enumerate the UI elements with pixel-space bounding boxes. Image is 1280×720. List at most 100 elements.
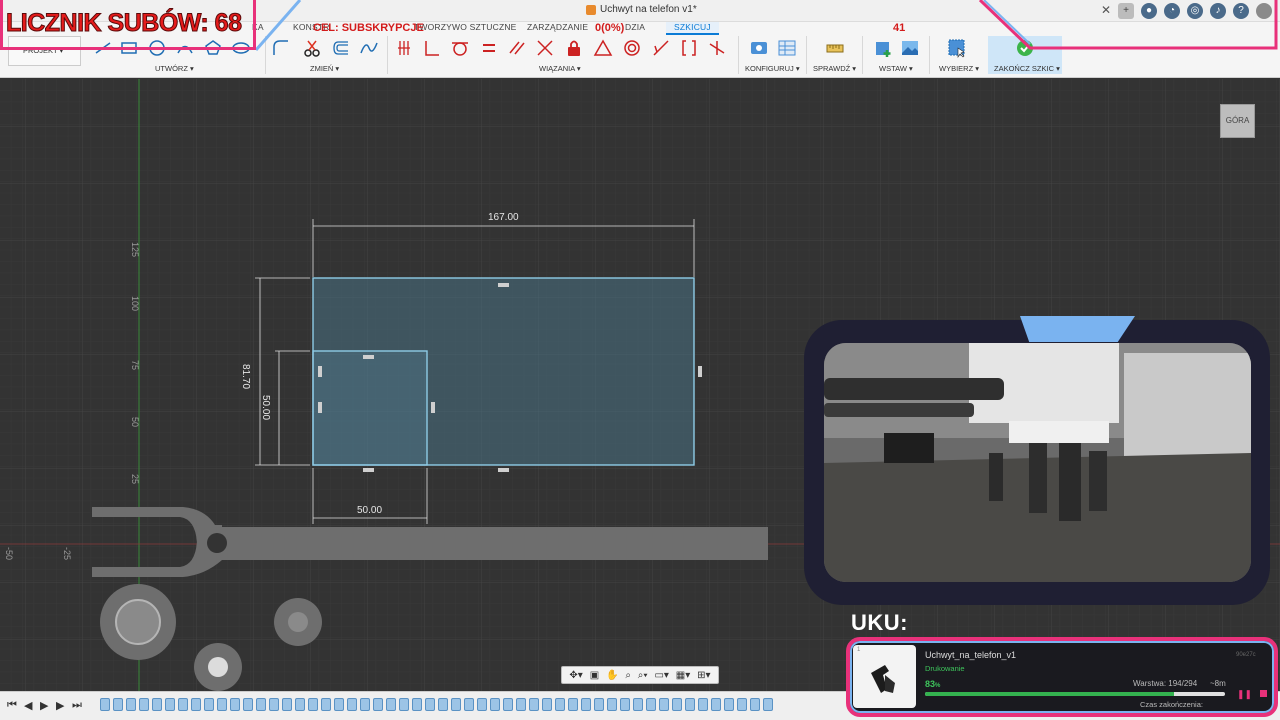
timeline-feature-icon[interactable] (659, 698, 669, 711)
timeline-feature-icon[interactable] (724, 698, 734, 711)
timeline-last-icon[interactable]: ⏭ (72, 699, 82, 712)
timeline-feature-icon[interactable] (555, 698, 565, 711)
dim-total-width[interactable]: 167.00 (488, 212, 519, 223)
timeline-feature-icon[interactable] (126, 698, 136, 711)
timeline-feature-icon[interactable] (594, 698, 604, 711)
timeline-first-icon[interactable]: ⏮ (7, 699, 17, 712)
timeline-feature-icon[interactable] (646, 698, 656, 711)
timeline-feature-icon[interactable] (633, 698, 643, 711)
timeline-feature-icon[interactable] (542, 698, 552, 711)
dim-inner-height[interactable]: 50.00 (260, 395, 271, 420)
print-layer-count: Warstwa: 194/294 (1133, 679, 1198, 688)
timeline-prev-icon[interactable]: ◀ (24, 699, 32, 712)
group-configure[interactable]: KONFIGURUJ ▾ (745, 64, 800, 73)
timeline-feature-icon[interactable] (321, 698, 331, 711)
grid-settings-icon[interactable]: ▦▾ (676, 670, 690, 681)
group-insert[interactable]: WSTAW ▾ (879, 64, 913, 73)
timeline-feature-icon[interactable] (698, 698, 708, 711)
timeline-feature-icon[interactable] (347, 698, 357, 711)
timeline-feature-icon[interactable] (360, 698, 370, 711)
print-job-id: 90e27c (1236, 652, 1256, 658)
timeline-feature-icon[interactable] (529, 698, 539, 711)
timeline-feature-icon[interactable] (204, 698, 214, 711)
printer-webcam-feed (824, 343, 1251, 582)
timeline-feature-icon[interactable] (269, 698, 279, 711)
group-constraints[interactable]: WIĄZANIA ▾ (539, 64, 581, 73)
viewports-icon[interactable]: ⊞▾ (697, 670, 710, 681)
timeline-feature-icon[interactable] (516, 698, 526, 711)
viewcube[interactable]: GÓRA (1220, 104, 1255, 138)
timeline-features (100, 698, 773, 711)
timeline-feature-icon[interactable] (685, 698, 695, 711)
timeline-feature-icon[interactable] (139, 698, 149, 711)
print-progress-percent: 83% (925, 679, 941, 689)
timeline-feature-icon[interactable] (373, 698, 383, 711)
timeline-feature-icon[interactable] (386, 698, 396, 711)
display-settings-icon[interactable]: ▭▾ (654, 670, 668, 681)
timeline-feature-icon[interactable] (620, 698, 630, 711)
timeline-feature-icon[interactable] (464, 698, 474, 711)
stop-print-icon[interactable] (1260, 690, 1267, 697)
timeline-feature-icon[interactable] (399, 698, 409, 711)
sub-goal-target: 41 (893, 22, 906, 34)
fit-icon[interactable]: ⌕▾ (638, 670, 648, 681)
timeline-feature-icon[interactable] (451, 698, 461, 711)
look-at-icon[interactable]: ▣ (590, 670, 599, 681)
timeline-feature-icon[interactable] (243, 698, 253, 711)
timeline-feature-icon[interactable] (191, 698, 201, 711)
group-create[interactable]: UTWÓRZ ▾ (155, 64, 194, 73)
ruler-label: 50 (130, 417, 140, 428)
timeline-feature-icon[interactable] (737, 698, 747, 711)
timeline-feature-icon[interactable] (412, 698, 422, 711)
timeline-feature-icon[interactable] (607, 698, 617, 711)
timeline-feature-icon[interactable] (217, 698, 227, 711)
ruler-label: 125 (130, 242, 140, 258)
druk-heading: UKU: (851, 610, 908, 635)
timeline-feature-icon[interactable] (711, 698, 721, 711)
timeline-feature-icon[interactable] (581, 698, 591, 711)
dim-total-height[interactable]: 81.70 (240, 364, 251, 389)
timeline-feature-icon[interactable] (178, 698, 188, 711)
pan-icon[interactable]: ✋ (606, 670, 618, 681)
timeline-feature-icon[interactable] (438, 698, 448, 711)
sub-counter: LICZNIK SUBÓW: 68 (6, 9, 243, 38)
print-job-status: Drukowanie (925, 664, 965, 673)
timeline-next-icon[interactable]: ▶ (56, 699, 64, 712)
timeline-feature-icon[interactable] (477, 698, 487, 711)
timeline-feature-icon[interactable] (763, 698, 773, 711)
timeline-feature-icon[interactable] (490, 698, 500, 711)
webcam-tab (1020, 316, 1135, 342)
ruler-label: 25 (130, 474, 140, 485)
timeline-feature-icon[interactable] (334, 698, 344, 711)
timeline-feature-icon[interactable] (750, 698, 760, 711)
orbit-icon[interactable]: ✥▾ (569, 670, 582, 681)
sub-goal-progress: 0(0%) (595, 22, 625, 34)
group-select[interactable]: WYBIERZ ▾ (939, 64, 979, 73)
timeline-play-icon[interactable]: ▶ (40, 699, 48, 712)
timeline-feature-icon[interactable] (568, 698, 578, 711)
timeline-feature-icon[interactable] (282, 698, 292, 711)
print-slot-number: 1 (857, 647, 861, 653)
timeline-feature-icon[interactable] (308, 698, 318, 711)
group-finish[interactable]: ZAKOŃCZ SZKIC ▾ (994, 64, 1060, 73)
timeline-feature-icon[interactable] (672, 698, 682, 711)
ruler-label: -50 (4, 547, 14, 561)
zoom-icon[interactable]: ⌕ (625, 670, 631, 681)
timeline-feature-icon[interactable] (100, 698, 110, 711)
timeline-feature-icon[interactable] (503, 698, 513, 711)
fusion-app: Uchwyt na telefon v1* ✕ + ● ◔ ◎ ♪ ? PROJ… (0, 0, 1280, 720)
group-modify[interactable]: ZMIEŃ ▾ (310, 64, 339, 73)
timeline-feature-icon[interactable] (256, 698, 266, 711)
timeline-feature-icon[interactable] (295, 698, 305, 711)
timeline-feature-icon[interactable] (152, 698, 162, 711)
sub-goal-label: CEL: SUBSKRYPCJE (313, 22, 424, 34)
dim-inner-width[interactable]: 50.00 (357, 505, 382, 516)
timeline-feature-icon[interactable] (165, 698, 175, 711)
timeline-feature-icon[interactable] (230, 698, 240, 711)
group-inspect[interactable]: SPRAWDŹ ▾ (813, 64, 856, 73)
timeline-feature-icon[interactable] (113, 698, 123, 711)
inner-profile[interactable] (312, 350, 428, 466)
print-end-time-label: Czas zakończenia: (1140, 700, 1203, 709)
pause-print-icon[interactable]: ❚❚ (1237, 689, 1252, 700)
timeline-feature-icon[interactable] (425, 698, 435, 711)
